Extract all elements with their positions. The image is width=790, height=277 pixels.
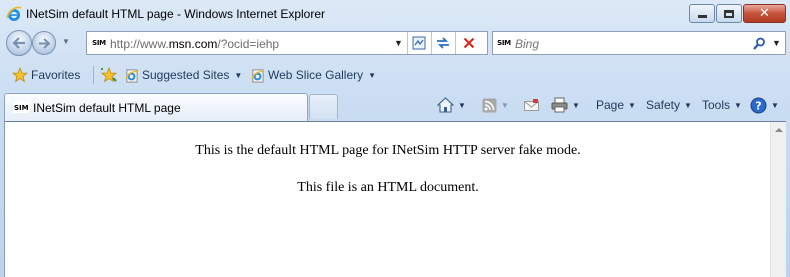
tab-bar: SIM INetSim default HTML page ▼ ▼ ▼ Page… (0, 91, 790, 121)
mail-icon (524, 98, 539, 111)
ie-page-icon (251, 68, 264, 83)
tab-active[interactable]: SIM INetSim default HTML page (4, 93, 308, 121)
print-button[interactable]: ▼ (551, 95, 580, 115)
forward-button[interactable] (32, 31, 56, 55)
back-arrow-icon (12, 37, 25, 49)
safety-menu-button[interactable]: Safety ▼ (646, 95, 692, 115)
favorites-item-suggested-sites[interactable]: Suggested Sites ▼ (124, 67, 242, 83)
tab-title: INetSim default HTML page (33, 101, 181, 115)
scroll-up-arrow-icon[interactable] (775, 128, 783, 132)
close-icon: ✕ (759, 6, 770, 21)
address-dropdown-icon[interactable]: ▼ (394, 38, 403, 48)
address-bar[interactable]: SIM http://www.msn.com/?ocid=iehp ▼ (86, 31, 488, 55)
favorites-label: Favorites (31, 68, 81, 82)
favorites-item-label: Web Slice Gallery (268, 68, 364, 82)
body-text: This is the default HTML page for INetSi… (195, 143, 581, 158)
feeds-button[interactable]: ▼ (482, 95, 509, 115)
ie-window: INetSim default HTML page - Windows Inte… (0, 0, 790, 277)
search-box[interactable]: SIM ▼ (492, 31, 786, 55)
divider (431, 32, 432, 54)
chevron-down-icon: ▼ (734, 100, 742, 110)
chevron-down-icon: ▼ (771, 100, 779, 110)
maximize-icon (724, 9, 734, 18)
site-favicon: SIM (92, 39, 106, 47)
title-bar: INetSim default HTML page - Windows Inte… (0, 0, 790, 28)
forward-arrow-icon (39, 37, 50, 49)
add-to-favorites-bar-button[interactable] (100, 67, 118, 83)
refresh-button[interactable] (433, 34, 453, 52)
refresh-icon (437, 37, 449, 49)
site-favicon: SIM (13, 101, 29, 113)
maximize-button[interactable] (716, 4, 742, 23)
search-options-dropdown[interactable]: ▼ (772, 38, 781, 48)
add-favorite-icon (100, 67, 118, 83)
favorites-bar: Favorites Suggested Sites ▼ Web Slice Ga… (0, 58, 790, 91)
chevron-down-icon: ▼ (458, 100, 466, 110)
divider (407, 32, 408, 54)
recent-pages-dropdown[interactable]: ▼ (62, 37, 72, 47)
chevron-down-icon: ▼ (368, 70, 377, 80)
tools-menu-button[interactable]: Tools ▼ (702, 95, 742, 115)
stop-button[interactable] (459, 34, 479, 52)
read-mail-button[interactable] (524, 95, 539, 115)
help-button[interactable]: ? ▼ (750, 95, 779, 115)
help-icon: ? (750, 97, 767, 113)
compatibility-view-icon (412, 36, 426, 50)
home-button[interactable]: ▼ (437, 95, 466, 115)
printer-icon (551, 97, 568, 113)
back-button[interactable] (6, 30, 32, 56)
chevron-down-icon: ▼ (501, 100, 509, 110)
chevron-down-icon: ▼ (234, 70, 243, 80)
ie-page-icon (125, 68, 138, 83)
chevron-down-icon: ▼ (684, 100, 692, 110)
favorites-button[interactable]: Favorites (12, 67, 80, 83)
window-title: INetSim default HTML page - Windows Inte… (26, 7, 326, 21)
search-provider-icon: SIM (497, 39, 511, 47)
tools-menu-label: Tools (702, 98, 731, 112)
minimize-button[interactable] (689, 4, 715, 23)
star-icon (12, 67, 28, 83)
svg-text:?: ? (755, 99, 761, 112)
search-input[interactable] (515, 36, 745, 51)
page-menu-label: Page (596, 98, 625, 112)
safety-menu-label: Safety (646, 98, 681, 112)
svg-text:SIM: SIM (14, 104, 29, 112)
compatibility-view-button[interactable] (409, 34, 429, 52)
divider (455, 32, 456, 54)
vertical-scrollbar[interactable] (770, 122, 786, 277)
ie-logo-icon (6, 6, 22, 21)
minimize-icon (697, 15, 707, 18)
home-icon (437, 97, 454, 113)
rss-feed-icon (482, 98, 497, 112)
body-text: This file is an HTML document. (297, 180, 479, 195)
chevron-down-icon: ▼ (572, 100, 580, 110)
favorites-item-web-slice-gallery[interactable]: Web Slice Gallery ▼ (250, 67, 376, 83)
caption-buttons: ✕ (688, 4, 786, 23)
divider (93, 66, 94, 84)
page-content: This is the default HTML page for INetSi… (4, 121, 786, 277)
navigation-bar: ▼ SIM http://www.msn.com/?ocid=iehp ▼ SI… (0, 28, 790, 58)
search-icon[interactable] (751, 36, 767, 52)
page-menu-button[interactable]: Page ▼ (596, 95, 636, 115)
favorites-item-label: Suggested Sites (142, 68, 230, 82)
new-tab-button[interactable] (309, 94, 338, 119)
chevron-down-icon: ▼ (628, 100, 636, 110)
close-button[interactable]: ✕ (743, 4, 786, 23)
address-url[interactable]: http://www.msn.com/?ocid=iehp (110, 37, 279, 51)
stop-icon (463, 37, 475, 49)
